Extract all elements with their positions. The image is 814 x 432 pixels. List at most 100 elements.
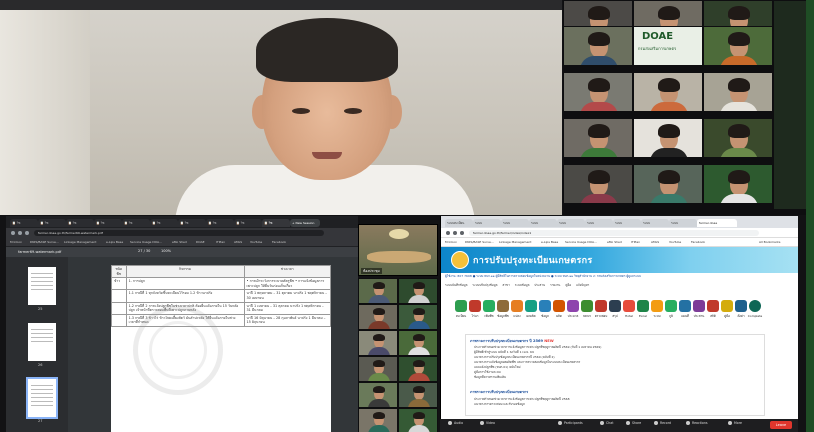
participant-tile[interactable] [358, 356, 398, 382]
bookmark-item[interactable]: ITPlan [631, 240, 640, 244]
browser-tab[interactable]: 📋 วิช [10, 219, 38, 227]
bookmark-item[interactable]: ITPlan [216, 240, 225, 244]
browser-tab[interactable]: ระบบ [585, 219, 613, 227]
participant-tile[interactable] [398, 304, 438, 330]
participant-tile[interactable] [703, 72, 773, 112]
browser-tab[interactable]: ระบบ [529, 219, 557, 227]
url-input[interactable]: farmer.doae.go.th/farmer/index/index1 [469, 230, 759, 236]
pdf-zoom-level[interactable]: 100% [161, 249, 171, 253]
participant-tile[interactable] [633, 72, 703, 112]
process-icon[interactable] [567, 300, 579, 312]
menu-item[interactable]: สาขา [503, 283, 510, 287]
participant-tile[interactable] [398, 382, 438, 408]
ndvi-icon[interactable] [581, 300, 593, 312]
bookmark-item[interactable]: Service Usage DOA... [565, 240, 597, 244]
browser-tab[interactable]: ระบบ [501, 219, 529, 227]
forward-icon[interactable] [18, 231, 22, 235]
new-session-button[interactable]: + New Session [290, 219, 320, 227]
bookmark-item[interactable]: YouTube [669, 240, 681, 244]
coordinate-icon[interactable] [693, 300, 705, 312]
menu-item[interactable]: ประสาน [534, 283, 545, 287]
doae-logo-icon[interactable] [451, 251, 469, 269]
reactions-control[interactable]: Reactions [686, 421, 708, 425]
announcement-link[interactable]: แนวทางการตรวจสอบ และรับรองข้อมูล [474, 402, 525, 407]
chat-control[interactable]: Chat [600, 421, 613, 425]
back-icon[interactable] [11, 231, 15, 235]
participant-tile[interactable] [358, 304, 398, 330]
menu-item[interactable]: ระบบปรับปรุงข้อมูล [472, 283, 497, 287]
url-input[interactable]: farmer.doae.go.th/farmer69-watermark.pdf [34, 230, 324, 236]
browser-tab[interactable]: ระบบ [557, 219, 585, 227]
bookmark-item[interactable]: e-Lips Base [106, 240, 123, 244]
participant-tile[interactable] [398, 278, 438, 304]
yield-icon[interactable] [525, 300, 537, 312]
map-icon[interactable] [679, 300, 691, 312]
participant-tile[interactable]: DOAE กรมส่งเสริมการเกษตร [633, 26, 703, 66]
plot-icon[interactable] [511, 300, 523, 312]
participant-tile[interactable] [358, 330, 398, 356]
bookmark-item[interactable]: M Inbox [445, 240, 457, 244]
manual-icon[interactable] [721, 300, 733, 312]
menu-item[interactable]: คู่มือ [565, 283, 571, 287]
participant-tile[interactable] [563, 72, 633, 112]
menu-item[interactable]: รายงาน [550, 283, 560, 287]
browser-tab[interactable]: 📋 วิช [234, 219, 262, 227]
complete-icon[interactable] [749, 300, 761, 312]
participant-tile[interactable] [563, 164, 633, 204]
announcement-link[interactable]: ข้อมูลที่ควรทราบเพิ่มเติม [474, 375, 506, 380]
pdf-thumbnail-selected[interactable] [26, 377, 58, 419]
bookmark-item[interactable]: e-Lips Base [541, 240, 558, 244]
bookmark-item[interactable]: DOAE [196, 240, 205, 244]
menu-item[interactable]: ระบบข้อมูล [515, 283, 530, 287]
add-crop-icon[interactable] [483, 300, 495, 312]
share-control[interactable]: Share [626, 421, 641, 425]
menu-item[interactable]: ระบบบันทึกข้อมูล [445, 283, 467, 287]
bookmark-item[interactable]: Service Usage DOA... [130, 240, 162, 244]
browser-tab[interactable]: 📋 วิช [122, 219, 150, 227]
participant-tile[interactable] [703, 118, 773, 158]
participant-tile[interactable] [633, 118, 703, 158]
participant-tile[interactable] [563, 26, 633, 66]
verify-icon[interactable] [595, 300, 607, 312]
hotel-icon[interactable] [623, 300, 635, 312]
crop-data-icon[interactable] [497, 300, 509, 312]
browser-tab[interactable]: ระบบทะเบียน [445, 219, 473, 227]
audio-control[interactable]: Audio [448, 421, 463, 425]
pdf-thumbnail[interactable] [28, 323, 56, 361]
farmland-icon[interactable] [469, 300, 481, 312]
bookmark-item[interactable]: All Bookmarks [759, 240, 780, 244]
participant-tile[interactable] [703, 26, 773, 66]
participants-control[interactable]: Participants [558, 421, 583, 425]
browser-tab[interactable]: 📋 วิช [206, 219, 234, 227]
bookmark-item[interactable]: eMo Shed [172, 240, 187, 244]
bookmark-item[interactable]: Linkage Management [499, 240, 531, 244]
bookmark-item[interactable]: Facebook [272, 240, 286, 244]
bookmark-item[interactable]: Linkage Management [64, 240, 96, 244]
bookmark-item[interactable]: Facebook [691, 240, 705, 244]
browser-tab[interactable]: 📋 วิช [66, 219, 94, 227]
bookmark-item[interactable]: AMLS [651, 240, 659, 244]
menu-item[interactable]: แจ้งปัญหา [576, 283, 589, 287]
pdf-page-indicator[interactable]: 27 / 30 [138, 249, 150, 253]
participant-tile[interactable] [358, 408, 398, 432]
browser-tab[interactable]: ระบบ [613, 219, 641, 227]
bookmark-item[interactable]: DNIS/BASE Surve... [465, 240, 494, 244]
participant-tile[interactable] [633, 164, 703, 204]
settings-icon[interactable] [735, 300, 747, 312]
back-icon[interactable] [446, 231, 450, 235]
system-icon[interactable] [651, 300, 663, 312]
bookmark-item[interactable]: YouTube [250, 240, 262, 244]
participant-tile[interactable] [563, 118, 633, 158]
reload-icon[interactable] [25, 231, 29, 235]
browser-tab[interactable]: 📋 วิช [178, 219, 206, 227]
browser-tab[interactable]: ระบบ [669, 219, 697, 227]
participant-tile[interactable] [398, 356, 438, 382]
bookmark-item[interactable]: AMLS [234, 240, 242, 244]
participant-tile[interactable] [358, 382, 398, 408]
participant-tile[interactable] [398, 408, 438, 432]
bookmark-item[interactable]: DNIS/BASE Surve... [30, 240, 59, 244]
record-control[interactable]: Record [654, 421, 671, 425]
register-icon[interactable] [455, 300, 467, 312]
forward-icon[interactable] [453, 231, 457, 235]
browser-tab[interactable]: 📋 วิช [94, 219, 122, 227]
